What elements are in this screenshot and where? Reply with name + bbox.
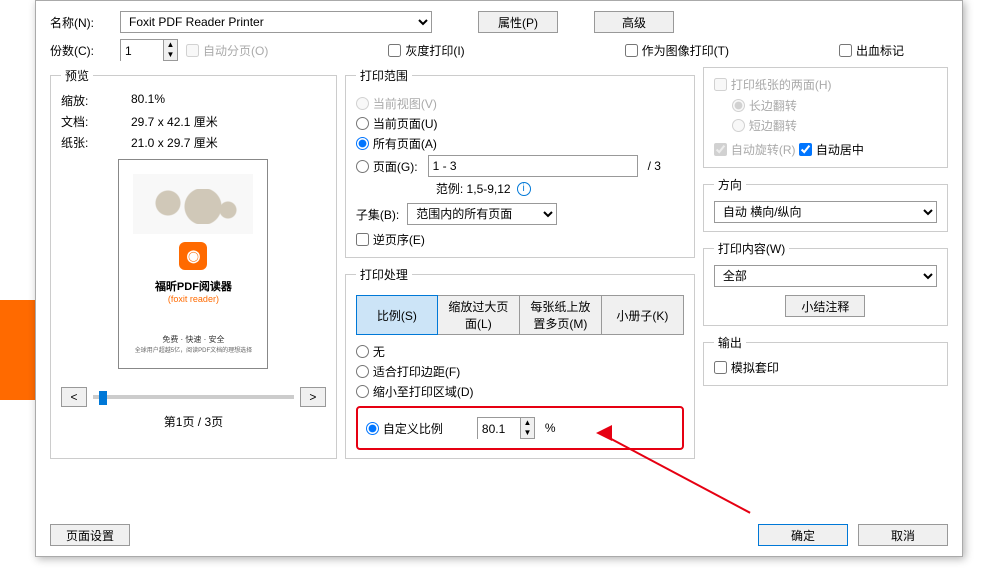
spinner-up-icon[interactable]: ▲ bbox=[521, 418, 534, 428]
fit-margin-radio[interactable]: 适合打印边距(F) bbox=[356, 363, 684, 380]
orientation-legend: 方向 bbox=[714, 176, 746, 193]
orientation-fieldset: 方向 自动 横向/纵向 bbox=[703, 176, 948, 232]
bleed-marks-checkbox[interactable]: 出血标记 bbox=[839, 42, 904, 59]
all-pages-radio[interactable]: 所有页面(A) bbox=[356, 135, 684, 152]
content-select[interactable]: 全部 bbox=[714, 265, 937, 287]
preview-fieldset: 预览 缩放: 80.1% 文档: 29.7 x 42.1 厘米 纸张: 21.0… bbox=[50, 67, 337, 459]
pages-radio-row[interactable]: 页面(G): / 3 bbox=[356, 155, 684, 177]
content-fieldset: 打印内容(W) 全部 小结注释 bbox=[703, 240, 948, 326]
output-fieldset: 输出 模拟套印 bbox=[703, 334, 948, 386]
zoom-value: 80.1% bbox=[131, 92, 326, 109]
custom-scale-spinner[interactable]: ▲▼ bbox=[477, 417, 535, 439]
print-dialog: 名称(N): Foxit PDF Reader Printer 属性(P) 高级… bbox=[35, 0, 963, 557]
info-icon[interactable]: i bbox=[517, 182, 531, 196]
example-label: 范例: 1,5-9,12 bbox=[436, 180, 511, 197]
grayscale-checkbox[interactable]: 灰度打印(I) bbox=[388, 42, 464, 59]
name-label: 名称(N): bbox=[50, 14, 112, 31]
spinner-down-icon[interactable]: ▼ bbox=[521, 428, 534, 438]
handling-fieldset: 打印处理 比例(S) 缩放过大页面(L) 每张纸上放置多页(M) 小册子(K) … bbox=[345, 266, 695, 459]
paper-label: 纸张: bbox=[61, 134, 131, 151]
auto-center-checkbox[interactable]: 自动居中 bbox=[799, 141, 864, 158]
page-slider[interactable] bbox=[93, 395, 294, 399]
none-radio[interactable]: 无 bbox=[356, 343, 684, 360]
tile-tab[interactable]: 缩放过大页面(L) bbox=[438, 295, 520, 335]
summarize-button[interactable]: 小结注释 bbox=[785, 295, 865, 317]
range-legend: 打印范围 bbox=[356, 67, 412, 84]
orientation-select[interactable]: 自动 横向/纵向 bbox=[714, 201, 937, 223]
paper-value: 21.0 x 29.7 厘米 bbox=[131, 134, 326, 151]
auto-split-checkbox: 自动分页(O) bbox=[186, 42, 268, 59]
reverse-checkbox[interactable]: 逆页序(E) bbox=[356, 231, 425, 248]
copies-input[interactable] bbox=[121, 40, 163, 62]
preview-footer: 免费 · 快速 · 安全 bbox=[162, 334, 224, 345]
duplex-fieldset: 打印纸张的两面(H) 长边翻转 短边翻转 自动旋转(R) 自动居中 bbox=[703, 67, 948, 168]
range-fieldset: 打印范围 当前视图(V) 当前页面(U) 所有页面(A) 页面(G): / 3 … bbox=[345, 67, 695, 258]
handling-legend: 打印处理 bbox=[356, 266, 412, 283]
doc-value: 29.7 x 42.1 厘米 bbox=[131, 113, 326, 130]
custom-scale-highlight: 自定义比例 ▲▼ % bbox=[356, 406, 684, 450]
foxit-logo-icon: ◉ bbox=[179, 242, 207, 270]
doc-label: 文档: bbox=[61, 113, 131, 130]
preview-page: ◉ 福昕PDF阅读器 (foxit reader) 免费 · 快速 · 安全 全… bbox=[118, 159, 268, 369]
world-map-icon bbox=[133, 174, 253, 234]
short-edge-radio: 短边翻转 bbox=[732, 117, 937, 134]
multi-tab[interactable]: 每张纸上放置多页(M) bbox=[520, 295, 602, 335]
ok-button[interactable]: 确定 bbox=[758, 524, 848, 546]
subset-select[interactable]: 范围内的所有页面 bbox=[407, 203, 557, 225]
percent-label: % bbox=[545, 421, 556, 435]
scale-tab[interactable]: 比例(S) bbox=[356, 295, 438, 335]
long-edge-radio: 长边翻转 bbox=[732, 97, 937, 114]
as-image-checkbox[interactable]: 作为图像打印(T) bbox=[625, 42, 729, 59]
preview-footer2: 全球用户超越5亿，阅读PDF文档的理想选择 bbox=[135, 345, 252, 354]
spinner-up-icon[interactable]: ▲ bbox=[164, 40, 177, 50]
prev-page-button[interactable]: < bbox=[61, 387, 87, 407]
cancel-button[interactable]: 取消 bbox=[858, 524, 948, 546]
output-legend: 输出 bbox=[714, 334, 746, 351]
preview-legend: 预览 bbox=[61, 67, 93, 84]
custom-scale-input[interactable] bbox=[478, 418, 520, 440]
pages-radio[interactable] bbox=[356, 160, 369, 173]
pages-total: / 3 bbox=[648, 159, 661, 173]
shrink-radio[interactable]: 缩小至打印区域(D) bbox=[356, 383, 684, 400]
preview-subtitle: (foxit reader) bbox=[168, 294, 219, 304]
simulate-checkbox[interactable]: 模拟套印 bbox=[714, 359, 779, 376]
pages-input[interactable] bbox=[428, 155, 638, 177]
preview-title: 福昕PDF阅读器 bbox=[155, 278, 232, 294]
printer-select[interactable]: Foxit PDF Reader Printer bbox=[120, 11, 432, 33]
current-view-radio: 当前视图(V) bbox=[356, 95, 684, 112]
custom-scale-radio[interactable] bbox=[366, 422, 379, 435]
pages-label: 页面(G): bbox=[373, 158, 418, 175]
page-indicator: 第1页 / 3页 bbox=[61, 413, 326, 430]
duplex-checkbox: 打印纸张的两面(H) bbox=[714, 76, 832, 93]
custom-scale-label: 自定义比例 bbox=[383, 420, 443, 437]
advanced-button[interactable]: 高级 bbox=[594, 11, 674, 33]
properties-button[interactable]: 属性(P) bbox=[478, 11, 558, 33]
booklet-tab[interactable]: 小册子(K) bbox=[602, 295, 684, 335]
content-legend: 打印内容(W) bbox=[714, 240, 789, 257]
zoom-label: 缩放: bbox=[61, 92, 131, 109]
page-setup-button[interactable]: 页面设置 bbox=[50, 524, 130, 546]
copies-label: 份数(C): bbox=[50, 42, 112, 59]
auto-rotate-checkbox: 自动旋转(R) bbox=[714, 141, 796, 158]
next-page-button[interactable]: > bbox=[300, 387, 326, 407]
custom-scale-radio-row[interactable]: 自定义比例 ▲▼ % bbox=[366, 417, 674, 439]
subset-label: 子集(B): bbox=[356, 206, 399, 223]
current-page-radio[interactable]: 当前页面(U) bbox=[356, 115, 684, 132]
copies-spinner[interactable]: ▲▼ bbox=[120, 39, 178, 61]
spinner-down-icon[interactable]: ▼ bbox=[164, 50, 177, 60]
